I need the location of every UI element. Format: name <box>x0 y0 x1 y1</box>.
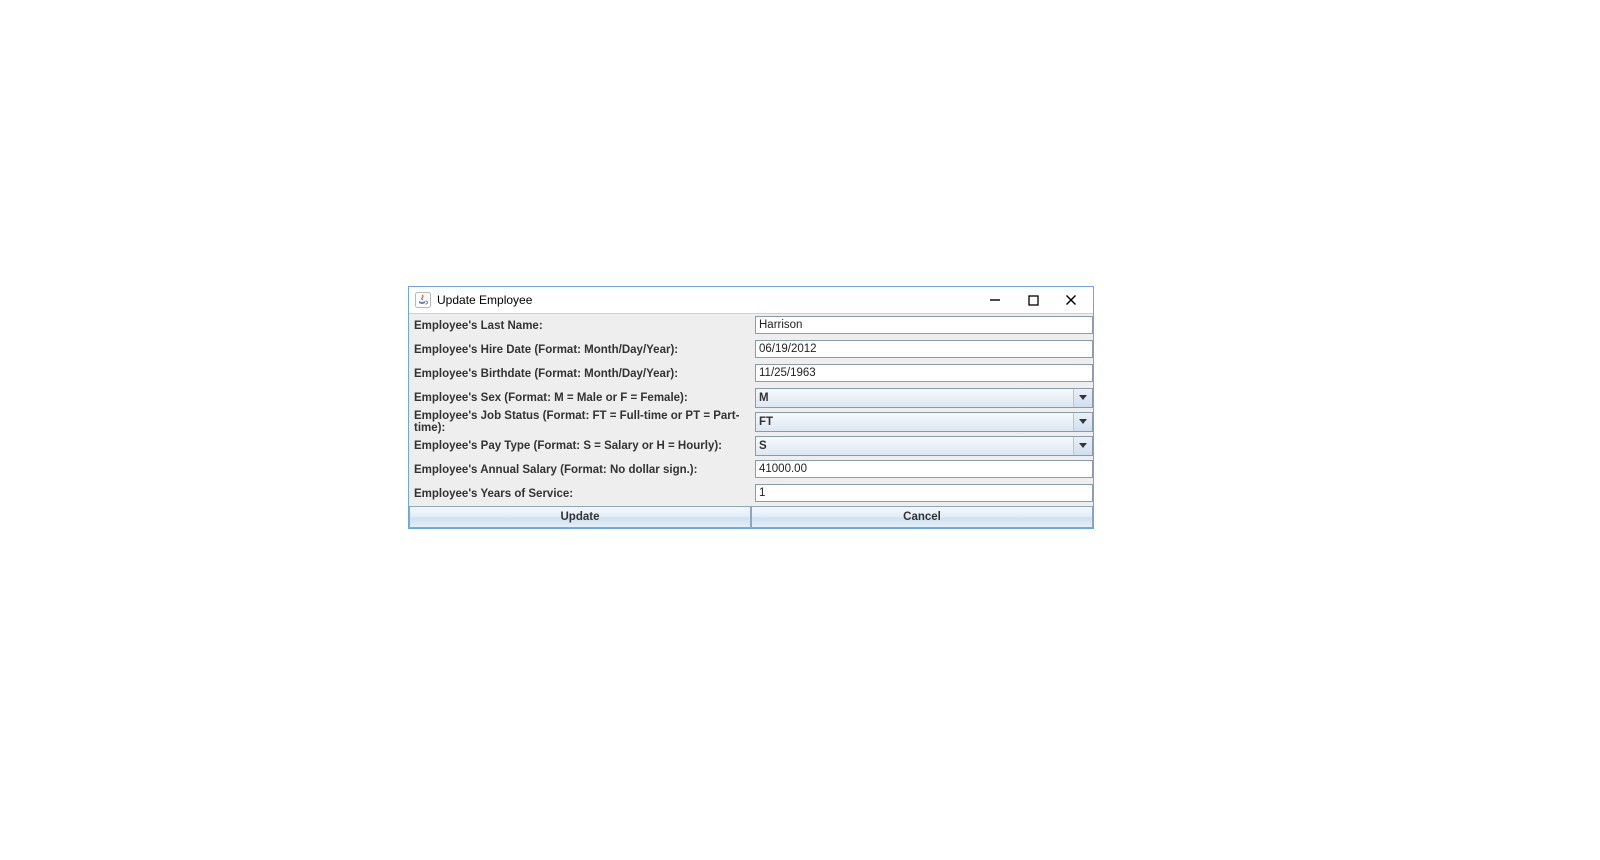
update-button[interactable]: Update <box>409 506 751 528</box>
form-grid: Employee's Last Name: Employee's Hire Da… <box>409 314 1093 506</box>
cell-last-name <box>755 314 1093 338</box>
sex-combobox-value: M <box>756 389 1073 407</box>
cell-birthdate <box>755 362 1093 386</box>
cell-job-status: FT <box>755 410 1093 434</box>
label-hire-date: Employee's Hire Date (Format: Month/Day/… <box>409 338 755 362</box>
window-controls <box>983 290 1089 310</box>
label-pay-type: Employee's Pay Type (Format: S = Salary … <box>409 434 755 458</box>
years-input[interactable] <box>755 484 1093 502</box>
window-title: Update Employee <box>437 293 983 307</box>
sex-combobox[interactable]: M <box>755 388 1093 408</box>
label-job-status: Employee's Job Status (Format: FT = Full… <box>409 410 755 434</box>
cell-sex: M <box>755 386 1093 410</box>
job-status-combobox-value: FT <box>756 413 1073 431</box>
pay-type-combobox-value: S <box>756 437 1073 455</box>
chevron-down-icon <box>1073 413 1092 431</box>
close-button[interactable] <box>1059 290 1083 310</box>
java-app-icon <box>415 292 431 308</box>
label-birthdate: Employee's Birthdate (Format: Month/Day/… <box>409 362 755 386</box>
cell-pay-type: S <box>755 434 1093 458</box>
salary-input[interactable] <box>755 460 1093 478</box>
cell-years <box>755 482 1093 506</box>
cell-hire-date <box>755 338 1093 362</box>
last-name-input[interactable] <box>755 316 1093 334</box>
chevron-down-icon <box>1073 389 1092 407</box>
titlebar: Update Employee <box>409 287 1093 314</box>
pay-type-combobox[interactable]: S <box>755 436 1093 456</box>
job-status-combobox[interactable]: FT <box>755 412 1093 432</box>
minimize-button[interactable] <box>983 290 1007 310</box>
label-last-name: Employee's Last Name: <box>409 314 755 338</box>
cell-salary <box>755 458 1093 482</box>
button-bar: Update Cancel <box>409 506 1093 528</box>
cancel-button[interactable]: Cancel <box>751 506 1093 528</box>
chevron-down-icon <box>1073 437 1092 455</box>
hire-date-input[interactable] <box>755 340 1093 358</box>
maximize-button[interactable] <box>1021 290 1045 310</box>
label-sex: Employee's Sex (Format: M = Male or F = … <box>409 386 755 410</box>
update-employee-window: Update Employee Employee's Last Name: Em… <box>408 286 1094 529</box>
label-years: Employee's Years of Service: <box>409 482 755 506</box>
label-salary: Employee's Annual Salary (Format: No dol… <box>409 458 755 482</box>
birthdate-input[interactable] <box>755 364 1093 382</box>
